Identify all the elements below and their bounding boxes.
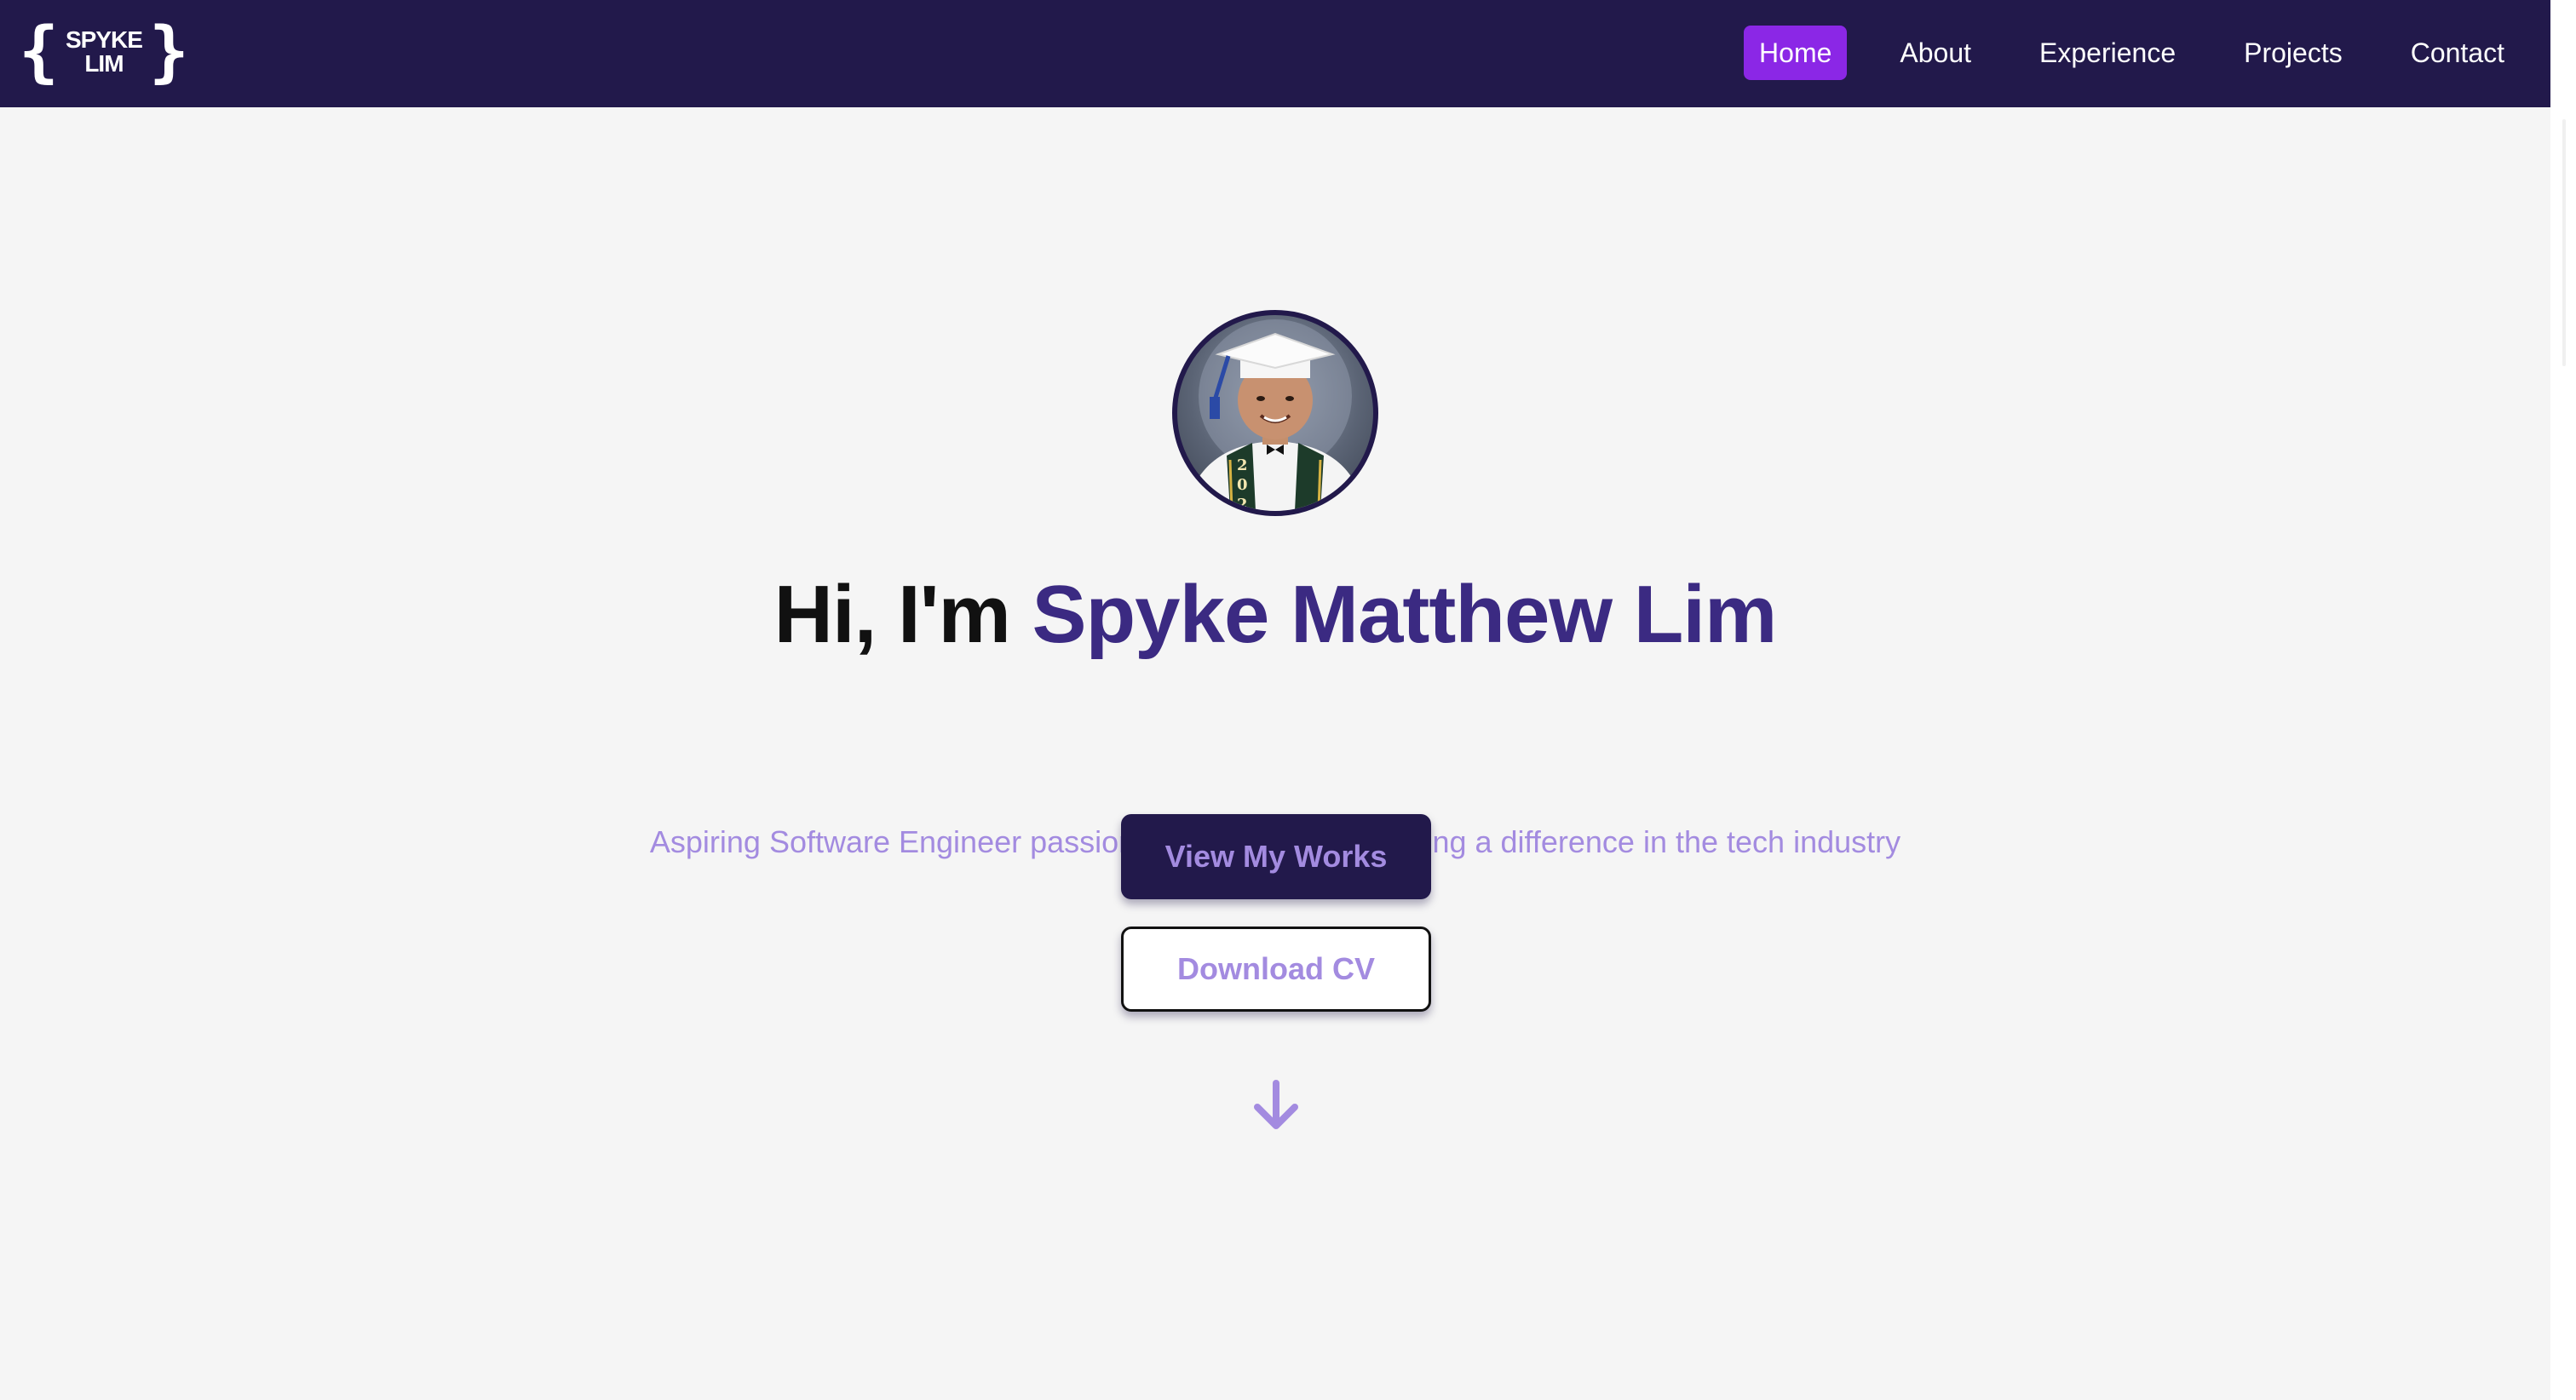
logo[interactable]: { SPYKE LIM }	[19, 14, 189, 90]
logo-text: SPYKE LIM	[65, 26, 143, 77]
logo-brace-open: {	[19, 14, 59, 90]
nav-link-about[interactable]: About	[1884, 26, 1987, 80]
nav-link-home[interactable]: Home	[1744, 26, 1848, 80]
logo-line-2: LIM	[84, 50, 124, 77]
hero-headline: Hi, I'm Spyke Matthew Lim	[0, 564, 2550, 666]
logo-brace-close: }	[148, 14, 189, 90]
hero-greeting: Hi, I'm	[773, 569, 1032, 660]
avatar-portrait: 2 0 2	[1186, 319, 1365, 511]
nav-link-experience[interactable]: Experience	[2024, 26, 2191, 80]
page: { SPYKE LIM } Home About Experience Proj…	[0, 0, 2550, 1400]
hero-section: 2 0 2 Hi, I'm Spyke Matthew Lim Aspiring…	[0, 107, 2550, 1400]
avatar: 2 0 2	[1172, 310, 1378, 516]
download-cv-button[interactable]: Download CV	[1121, 927, 1431, 1012]
svg-text:0: 0	[1237, 476, 1248, 494]
nav-links: Home About Experience Projects Contact	[1706, 26, 2520, 80]
nav-link-projects[interactable]: Projects	[2228, 26, 2358, 80]
scrollbar-thumb[interactable]	[2562, 119, 2566, 366]
view-my-works-button[interactable]: View My Works	[1121, 814, 1431, 899]
hero-name: Spyke Matthew Lim	[1032, 569, 1778, 660]
logo-line-1: SPYKE	[65, 26, 143, 53]
nav-link-contact[interactable]: Contact	[2395, 26, 2520, 80]
navbar: { SPYKE LIM } Home About Experience Proj…	[0, 0, 2550, 107]
svg-text:2: 2	[1237, 456, 1248, 474]
scrollbar-track[interactable]	[2550, 0, 2576, 1400]
svg-text:2: 2	[1237, 496, 1248, 511]
arrow-down-icon[interactable]	[1252, 1080, 1300, 1131]
